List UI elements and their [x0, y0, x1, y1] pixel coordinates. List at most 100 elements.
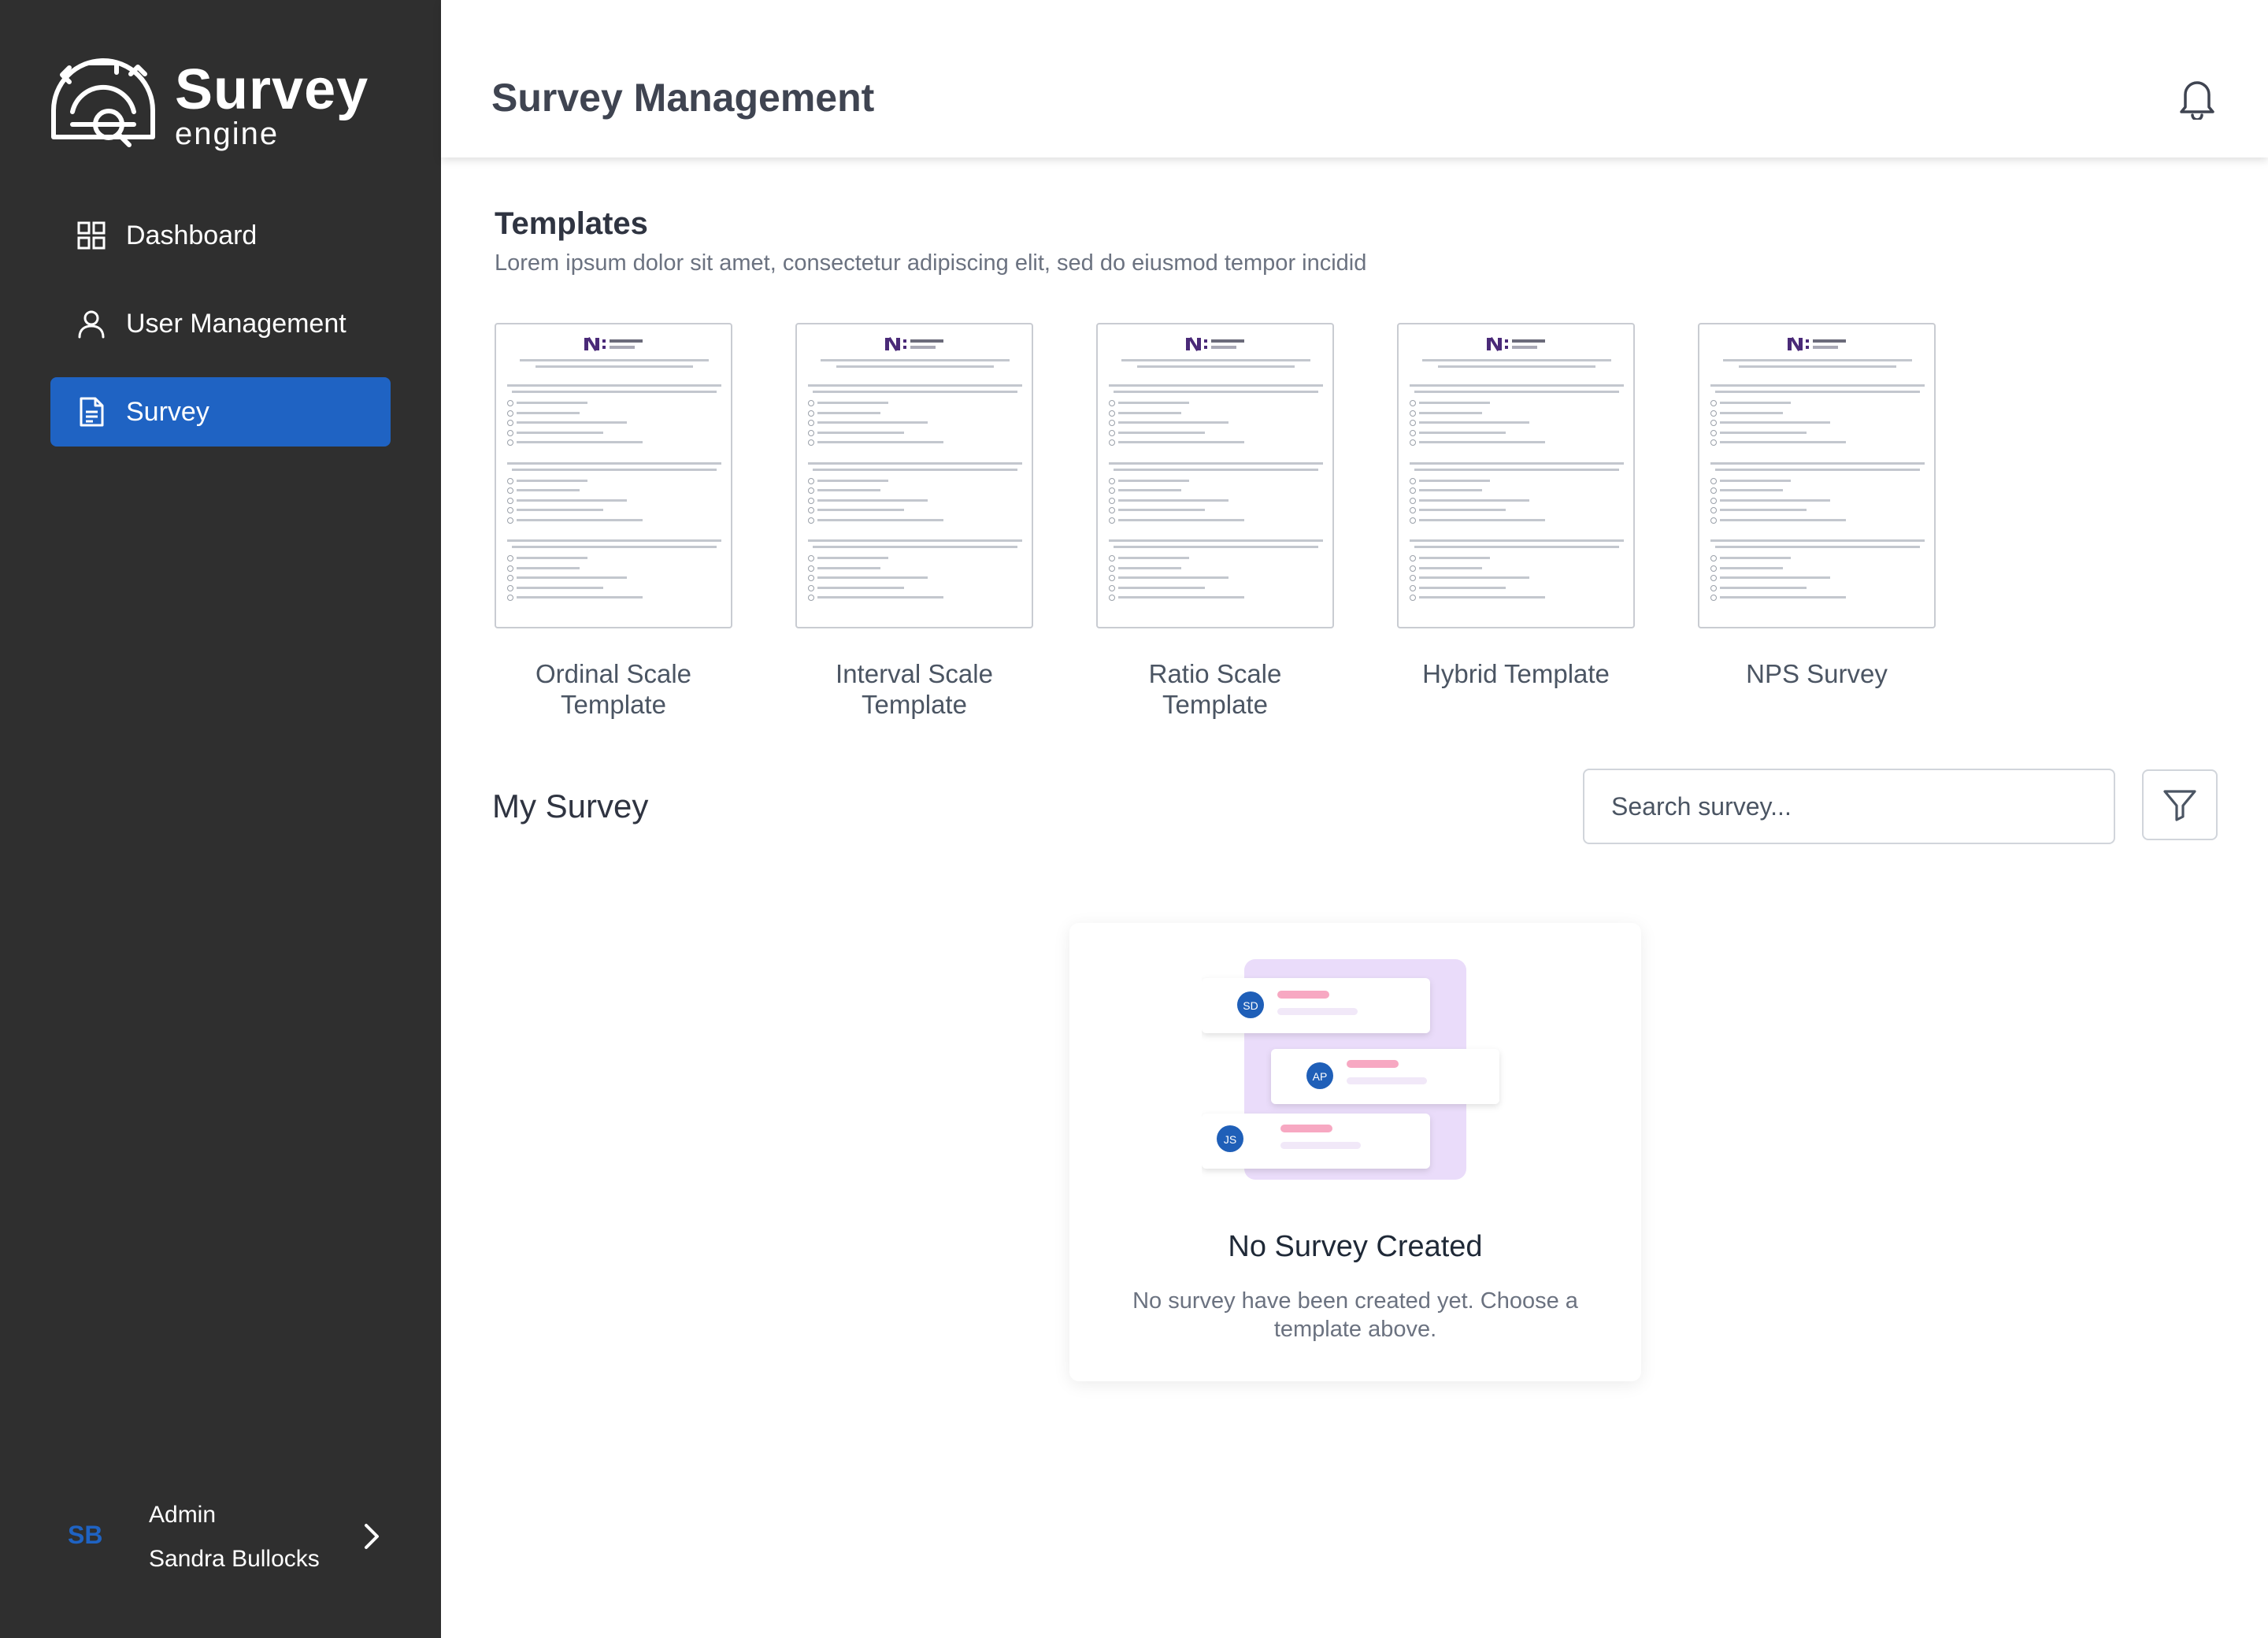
radio-option-marker — [507, 420, 513, 426]
doc-skeleton-line — [1720, 566, 1783, 569]
radio-option-marker — [507, 400, 513, 406]
radio-option-marker — [507, 429, 513, 436]
doc-skeleton-line — [517, 509, 603, 511]
user-profile[interactable]: SB Admin Sandra Bullocks — [68, 1492, 383, 1587]
grid-icon — [77, 221, 106, 250]
radio-option-marker — [1410, 400, 1416, 406]
radio-option-marker — [1109, 497, 1115, 504]
doc-skeleton-line — [813, 546, 1017, 548]
radio-option-marker — [808, 584, 814, 591]
doc-skeleton-line — [1419, 402, 1490, 404]
doc-skeleton-line — [1710, 461, 1925, 465]
template-preview — [795, 323, 1033, 628]
doc-skeleton-line — [507, 539, 721, 542]
doc-skeleton-line — [1118, 509, 1205, 511]
radio-option-marker — [1410, 507, 1416, 513]
doc-skeleton-line — [817, 557, 888, 559]
radio-option-marker — [507, 487, 513, 494]
doc-skeleton-line — [1720, 441, 1846, 443]
radio-option-marker — [1710, 477, 1717, 484]
doc-skeleton-line — [1118, 441, 1244, 443]
radio-option-marker — [1410, 420, 1416, 426]
doc-skeleton-line — [836, 365, 994, 368]
doc-skeleton-line — [1715, 391, 1920, 393]
doc-skeleton-line — [517, 402, 587, 404]
radio-option-marker — [1710, 420, 1717, 426]
doc-skeleton-line — [817, 498, 928, 502]
radio-option-marker — [507, 555, 513, 561]
radio-option-marker — [1410, 429, 1416, 436]
template-card[interactable]: Interval Scale Template — [795, 323, 1033, 720]
filter-button[interactable] — [2142, 769, 2218, 840]
radio-option-marker — [1109, 439, 1115, 446]
template-card[interactable]: NPS Survey — [1698, 323, 1936, 689]
radio-option-marker — [808, 507, 814, 513]
radio-option-marker — [1109, 555, 1115, 561]
doc-skeleton-line — [1114, 546, 1318, 548]
user-name: Sandra Bullocks — [149, 1546, 320, 1572]
templates-description: Lorem ipsum dolor sit amet, consectetur … — [495, 250, 1367, 276]
filter-icon — [2163, 790, 2196, 821]
sidebar-nav: Dashboard User Management Survey — [50, 201, 391, 465]
sidebar-item-user-management[interactable]: User Management — [50, 289, 391, 358]
brand-logo[interactable]: Survey engine — [49, 55, 395, 158]
template-label-line: Hybrid Template — [1422, 659, 1610, 688]
doc-skeleton-line — [1414, 546, 1619, 548]
radio-option-marker — [808, 420, 814, 426]
doc-skeleton-line — [507, 461, 721, 465]
radio-option-marker — [1410, 439, 1416, 446]
doc-skeleton-line — [1419, 518, 1545, 521]
brand-subtitle: engine — [175, 117, 280, 151]
doc-skeleton-line — [520, 359, 709, 361]
empty-state-description: No survey have been created yet. Choose … — [1132, 1288, 1578, 1342]
brand-title: Survey — [175, 58, 369, 121]
doc-skeleton-line — [1720, 557, 1791, 559]
doc-skeleton-line — [808, 539, 1022, 542]
radio-option-marker — [808, 477, 814, 484]
doc-skeleton-line — [1720, 498, 1830, 502]
doc-skeleton-line — [817, 596, 943, 598]
doc-skeleton-line — [817, 411, 880, 414]
doc-skeleton-line — [1422, 359, 1611, 361]
sidebar: Survey engine Dashboard User Management — [0, 0, 441, 1638]
template-card[interactable]: Ordinal Scale Template — [495, 323, 732, 720]
doc-skeleton-line — [1410, 461, 1624, 465]
radio-option-marker — [1710, 565, 1717, 572]
doc-skeleton-line — [817, 566, 880, 569]
radio-option-marker — [808, 575, 814, 581]
brand-logo-mark — [1186, 336, 1244, 352]
radio-option-marker — [507, 439, 513, 446]
template-card[interactable]: Hybrid Template — [1397, 323, 1635, 689]
brand-logo-mark — [1487, 336, 1545, 352]
doc-skeleton-line — [1438, 365, 1595, 368]
radio-option-marker — [1710, 487, 1717, 494]
doc-skeleton-line — [517, 557, 587, 559]
doc-skeleton-line — [1720, 431, 1807, 434]
doc-skeleton-line — [1118, 402, 1189, 404]
sidebar-item-survey[interactable]: Survey — [50, 377, 391, 447]
radio-option-marker — [808, 497, 814, 504]
radio-option-marker — [507, 507, 513, 513]
radio-option-marker — [1109, 400, 1115, 406]
doc-skeleton-line — [813, 391, 1017, 393]
doc-skeleton-line — [817, 431, 904, 434]
doc-skeleton-line — [512, 391, 717, 393]
doc-skeleton-line — [512, 468, 717, 471]
template-label: NPS Survey — [1698, 658, 1936, 689]
template-label-line: Template — [1162, 690, 1268, 719]
radio-option-marker — [808, 565, 814, 572]
radio-option-marker — [1710, 429, 1717, 436]
bell-icon[interactable] — [2177, 77, 2217, 120]
chevron-right-icon[interactable] — [355, 1521, 387, 1552]
radio-option-marker — [1109, 429, 1115, 436]
search-input[interactable] — [1583, 769, 2115, 844]
doc-skeleton-line — [1109, 539, 1323, 542]
sidebar-item-label: User Management — [126, 308, 346, 339]
sidebar-item-dashboard[interactable]: Dashboard — [50, 201, 391, 270]
template-label-line: Template — [561, 690, 666, 719]
doc-skeleton-line — [1118, 586, 1205, 589]
template-preview — [495, 323, 732, 628]
doc-skeleton-line — [1419, 557, 1490, 559]
radio-option-marker — [507, 575, 513, 581]
template-card[interactable]: Ratio Scale Template — [1096, 323, 1334, 720]
